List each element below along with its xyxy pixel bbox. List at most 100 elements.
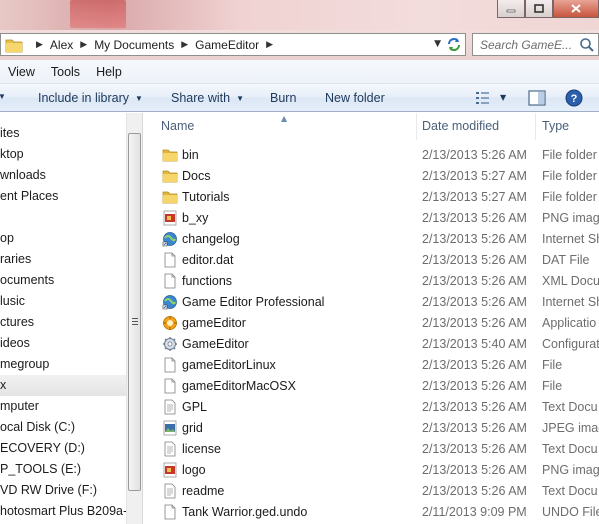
preview-pane-icon[interactable] — [528, 90, 546, 106]
file-row[interactable]: license 2/13/2013 5:26 AM Text Docu — [145, 439, 599, 460]
nav-item-hp-tools-e[interactable]: P_TOOLS (E:) — [0, 459, 126, 480]
file-row[interactable]: GameEditor 2/13/2013 5:40 AM Configurat — [145, 334, 599, 355]
breadcrumb: ▶ Alex ▶ My Documents ▶ GameEditor ▶ — [29, 38, 280, 52]
address-row: ▶ Alex ▶ My Documents ▶ GameEditor ▶ ▼ — [0, 30, 599, 60]
file-row[interactable]: Game Editor Professional 2/13/2013 5:26 A… — [145, 292, 599, 313]
file-name: functions — [182, 274, 233, 288]
file-type: PNG imag — [542, 211, 599, 225]
title-bar — [0, 0, 599, 30]
help-icon[interactable]: ? — [565, 89, 583, 107]
internet-shortcut-icon — [162, 232, 177, 247]
file-row[interactable]: logo 2/13/2013 5:26 AM PNG imag — [145, 460, 599, 481]
burn-button[interactable]: Burn — [270, 91, 296, 105]
file-row[interactable]: Docs 2/13/2013 5:27 AM File folder — [145, 166, 599, 187]
file-date-modified: 2/13/2013 5:26 AM — [422, 211, 527, 225]
column-name[interactable]: Name — [155, 113, 417, 140]
file-name: bin — [182, 148, 199, 162]
refresh-icon[interactable] — [445, 36, 463, 53]
include-in-library-button[interactable]: Include in library ▼ — [38, 91, 143, 105]
nav-item-homegroup[interactable]: megroup — [0, 354, 126, 375]
menu-tools[interactable]: Tools — [51, 65, 80, 79]
address-dropdown-icon[interactable]: ▼ — [434, 39, 441, 49]
file-row[interactable]: Tank Warrior.ged.undo 2/11/2013 9:09 PM UN… — [145, 502, 599, 523]
file-name: gameEditorMacOSX — [182, 379, 296, 393]
share-with-label: Share with — [171, 91, 231, 105]
file-row[interactable]: bin 2/13/2013 5:26 AM File folder — [145, 145, 599, 166]
file-row[interactable]: readme 2/13/2013 5:26 AM Text Docu — [145, 481, 599, 502]
maximize-button[interactable] — [525, 0, 553, 18]
file-name: changelog — [182, 232, 240, 246]
minimize-button[interactable] — [497, 0, 525, 18]
file-row[interactable]: grid 2/13/2013 5:26 AM JPEG imag — [145, 418, 599, 439]
file-row[interactable]: Tutorials 2/13/2013 5:27 AM File folder — [145, 187, 599, 208]
title-decoration — [70, 0, 126, 28]
menu-bar: View Tools Help — [0, 60, 599, 84]
file-row[interactable]: gameEditorLinux 2/13/2013 5:26 AM File — [145, 355, 599, 376]
menu-help[interactable]: Help — [96, 65, 122, 79]
menu-view[interactable]: View — [8, 65, 35, 79]
search-icon[interactable] — [579, 37, 595, 53]
address-bar[interactable]: ▶ Alex ▶ My Documents ▶ GameEditor ▶ ▼ — [0, 33, 466, 56]
file-date-modified: 2/13/2013 5:27 AM — [422, 190, 527, 204]
file-type: File — [542, 379, 563, 393]
file-date-modified: 2/13/2013 5:26 AM — [422, 274, 527, 288]
nav-item-local-disk-c[interactable]: ocal Disk (C:) — [0, 417, 126, 438]
nav-item-blank — [0, 207, 126, 228]
folder-icon — [162, 170, 178, 183]
organize-arrow-icon[interactable]: ▼ — [0, 92, 6, 101]
new-folder-button[interactable]: New folder — [325, 91, 385, 105]
nav-item-documents[interactable]: ocuments — [0, 270, 126, 291]
file-date-modified: 2/13/2013 5:26 AM — [422, 148, 527, 162]
chevron-right-icon: ▶ — [181, 39, 189, 49]
file-date-modified: 2/13/2013 5:26 AM — [422, 253, 527, 267]
nav-item-dvd-rw-drive-f[interactable]: VD RW Drive (F:) — [0, 480, 126, 501]
text-document-icon — [164, 441, 176, 457]
file-row[interactable]: b_xy 2/13/2013 5:26 AM PNG imag — [145, 208, 599, 229]
nav-item-desktop-2[interactable]: op — [0, 228, 126, 249]
nav-item-recovery-d[interactable]: ECOVERY (D:) — [0, 438, 126, 459]
file-name: b_xy — [182, 211, 209, 225]
nav-item-pictures[interactable]: ctures — [0, 312, 126, 333]
file-type: DAT File — [542, 253, 590, 267]
share-with-button[interactable]: Share with ▼ — [171, 91, 244, 105]
file-date-modified: 2/13/2013 5:40 AM — [422, 337, 527, 351]
file-name: GameEditor — [182, 337, 249, 351]
window-controls — [497, 0, 599, 18]
file-row[interactable]: changelog 2/13/2013 5:26 AM Internet Sh — [145, 229, 599, 250]
search-input[interactable] — [473, 34, 573, 55]
file-date-modified: 2/13/2013 5:27 AM — [422, 169, 527, 183]
close-button[interactable] — [553, 0, 599, 18]
nav-item-desktop[interactable]: ktop — [0, 144, 126, 165]
nav-item-favorites[interactable]: ites — [0, 123, 126, 144]
view-options-icon[interactable] — [475, 91, 491, 105]
nav-item-videos[interactable]: ideos — [0, 333, 126, 354]
file-row[interactable]: GPL 2/13/2013 5:26 AM Text Docu — [145, 397, 599, 418]
file-row[interactable]: gameEditorMacOSX 2/13/2013 5:26 AM File — [145, 376, 599, 397]
column-date-modified[interactable]: Date modified — [416, 113, 536, 140]
file-name: Docs — [182, 169, 211, 183]
nav-item-libraries[interactable]: raries — [0, 249, 126, 270]
internet-shortcut-icon — [162, 295, 177, 310]
file-row[interactable]: editor.dat 2/13/2013 5:26 AM DAT File — [145, 250, 599, 271]
nav-item-downloads[interactable]: wnloads — [0, 165, 126, 186]
nav-item-computer[interactable]: mputer — [0, 396, 126, 417]
file-type: Configurat — [542, 337, 599, 351]
file-row[interactable]: functions 2/13/2013 5:26 AM XML Docu — [145, 271, 599, 292]
chevron-down-icon[interactable]: ▼ — [500, 93, 506, 102]
nav-item-alex[interactable]: x — [0, 375, 126, 396]
navigation-scrollbar[interactable] — [126, 113, 142, 524]
file-name: readme — [182, 484, 225, 498]
application-icon — [163, 316, 177, 330]
column-type[interactable]: Type — [536, 113, 599, 140]
nav-item-recent-places[interactable]: ent Places — [0, 186, 126, 207]
breadcrumb-gameeditor[interactable]: GameEditor — [195, 38, 259, 52]
png-image-icon — [163, 462, 177, 478]
nav-item-music[interactable]: lusic — [0, 291, 126, 312]
file-row[interactable]: gameEditor 2/13/2013 5:26 AM Applicatio — [145, 313, 599, 334]
breadcrumb-alex[interactable]: Alex — [50, 38, 73, 52]
breadcrumb-my-documents[interactable]: My Documents — [94, 38, 174, 52]
file-type: Text Docu — [542, 484, 598, 498]
nav-item-photosmart[interactable]: hotosmart Plus B209a-m — [0, 501, 126, 522]
column-header: ▲ Name Date modified Type — [145, 113, 599, 140]
scrollbar-thumb[interactable] — [128, 133, 141, 491]
